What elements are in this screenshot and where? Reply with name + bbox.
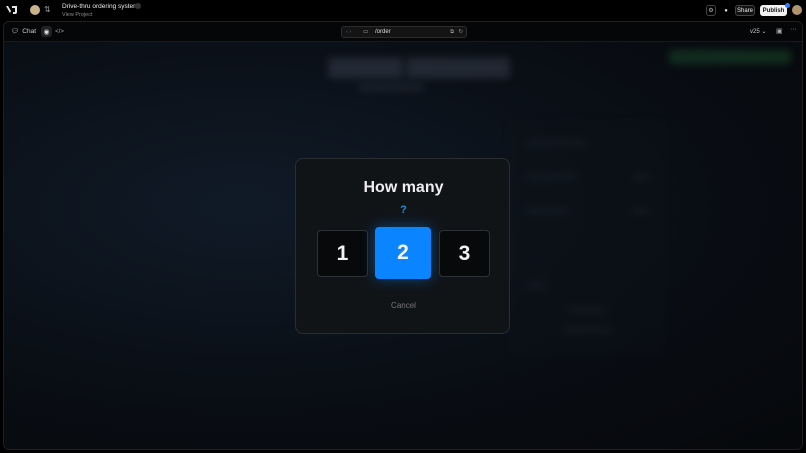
gear-icon[interactable]: ⚙ xyxy=(706,5,716,16)
url-path[interactable]: /order xyxy=(375,29,391,35)
project-avatar[interactable] xyxy=(30,5,40,15)
chat-tab-label: Chat xyxy=(22,27,36,35)
chat-icon: 💬︎ xyxy=(11,28,20,35)
modal-question-mark: ? xyxy=(400,204,407,216)
chevron-down-icon: ⌄ xyxy=(761,29,767,35)
url-bar[interactable]: ‹ › ▭ /order ⧉ ↻ xyxy=(341,26,467,38)
version-selector[interactable]: v25 ⌄ xyxy=(750,28,766,35)
background-heading: ▇▇▇▇▇ ▇▇▇▇▇▇▇ xyxy=(329,57,510,78)
layout-icon[interactable]: ▣ xyxy=(776,27,783,35)
monitor-icon[interactable]: ▭ xyxy=(363,29,368,35)
quantity-option-1[interactable]: 1 xyxy=(317,230,368,277)
background-line xyxy=(526,175,576,179)
background-line xyxy=(562,328,612,332)
background-line xyxy=(526,141,586,145)
background-line xyxy=(632,175,650,179)
code-icon[interactable]: </> xyxy=(54,26,65,37)
top-bar: ⇅ Drive-thru ordering system View Projec… xyxy=(0,0,806,21)
back-forward-icon[interactable]: ‹ › xyxy=(346,29,351,35)
background-subtitle: ▇▇▇▇▇▇▇▇▇▇▇▇▇▇ xyxy=(359,85,424,91)
workspace-frame: 💬︎ Chat ◉ </> ‹ › ▭ /order ⧉ ↻ v25 ⌄ ▣ ·… xyxy=(3,21,803,450)
refresh-icon[interactable]: ↻ xyxy=(458,29,463,35)
quantity-option-3[interactable]: 3 xyxy=(439,230,490,277)
background-line xyxy=(526,283,546,287)
preview-toolbar: 💬︎ Chat ◉ </> ‹ › ▭ /order ⧉ ↻ v25 ⌄ ▣ ·… xyxy=(4,22,802,42)
open-external-icon[interactable]: ⧉ xyxy=(450,29,454,36)
eye-icon[interactable]: ◉ xyxy=(41,26,52,37)
version-label: v25 xyxy=(750,29,760,35)
share-button[interactable]: Share xyxy=(735,5,755,16)
background-line xyxy=(526,209,570,213)
app-preview: ▇▇▇▇▇ ▇▇▇▇▇▇▇ ▇▇▇▇▇▇▇▇▇▇▇▇▇▇ How many ? … xyxy=(4,42,802,449)
publish-button[interactable]: Publish xyxy=(760,5,787,16)
background-line xyxy=(632,209,650,213)
quantity-modal: How many ? 1 2 3 Cancel xyxy=(295,158,510,334)
project-name[interactable]: Drive-thru ordering system xyxy=(62,3,139,10)
publish-badge xyxy=(785,3,790,8)
view-project-link[interactable]: View Project xyxy=(62,12,92,18)
more-icon[interactable]: ··· xyxy=(790,26,797,33)
background-button xyxy=(669,50,791,64)
chat-tab[interactable]: 💬︎ Chat xyxy=(11,27,36,36)
background-line xyxy=(567,308,607,312)
v0-logo-icon[interactable] xyxy=(6,5,18,15)
cancel-button[interactable]: Cancel xyxy=(296,301,511,310)
modal-title: How many xyxy=(363,179,444,196)
lock-icon xyxy=(135,3,141,9)
user-avatar[interactable] xyxy=(792,5,802,15)
chevron-updown-icon[interactable]: ⇅ xyxy=(44,5,51,14)
github-icon[interactable]: ● xyxy=(721,5,731,16)
background-order-panel xyxy=(511,122,663,352)
quantity-option-2[interactable]: 2 xyxy=(375,227,431,279)
